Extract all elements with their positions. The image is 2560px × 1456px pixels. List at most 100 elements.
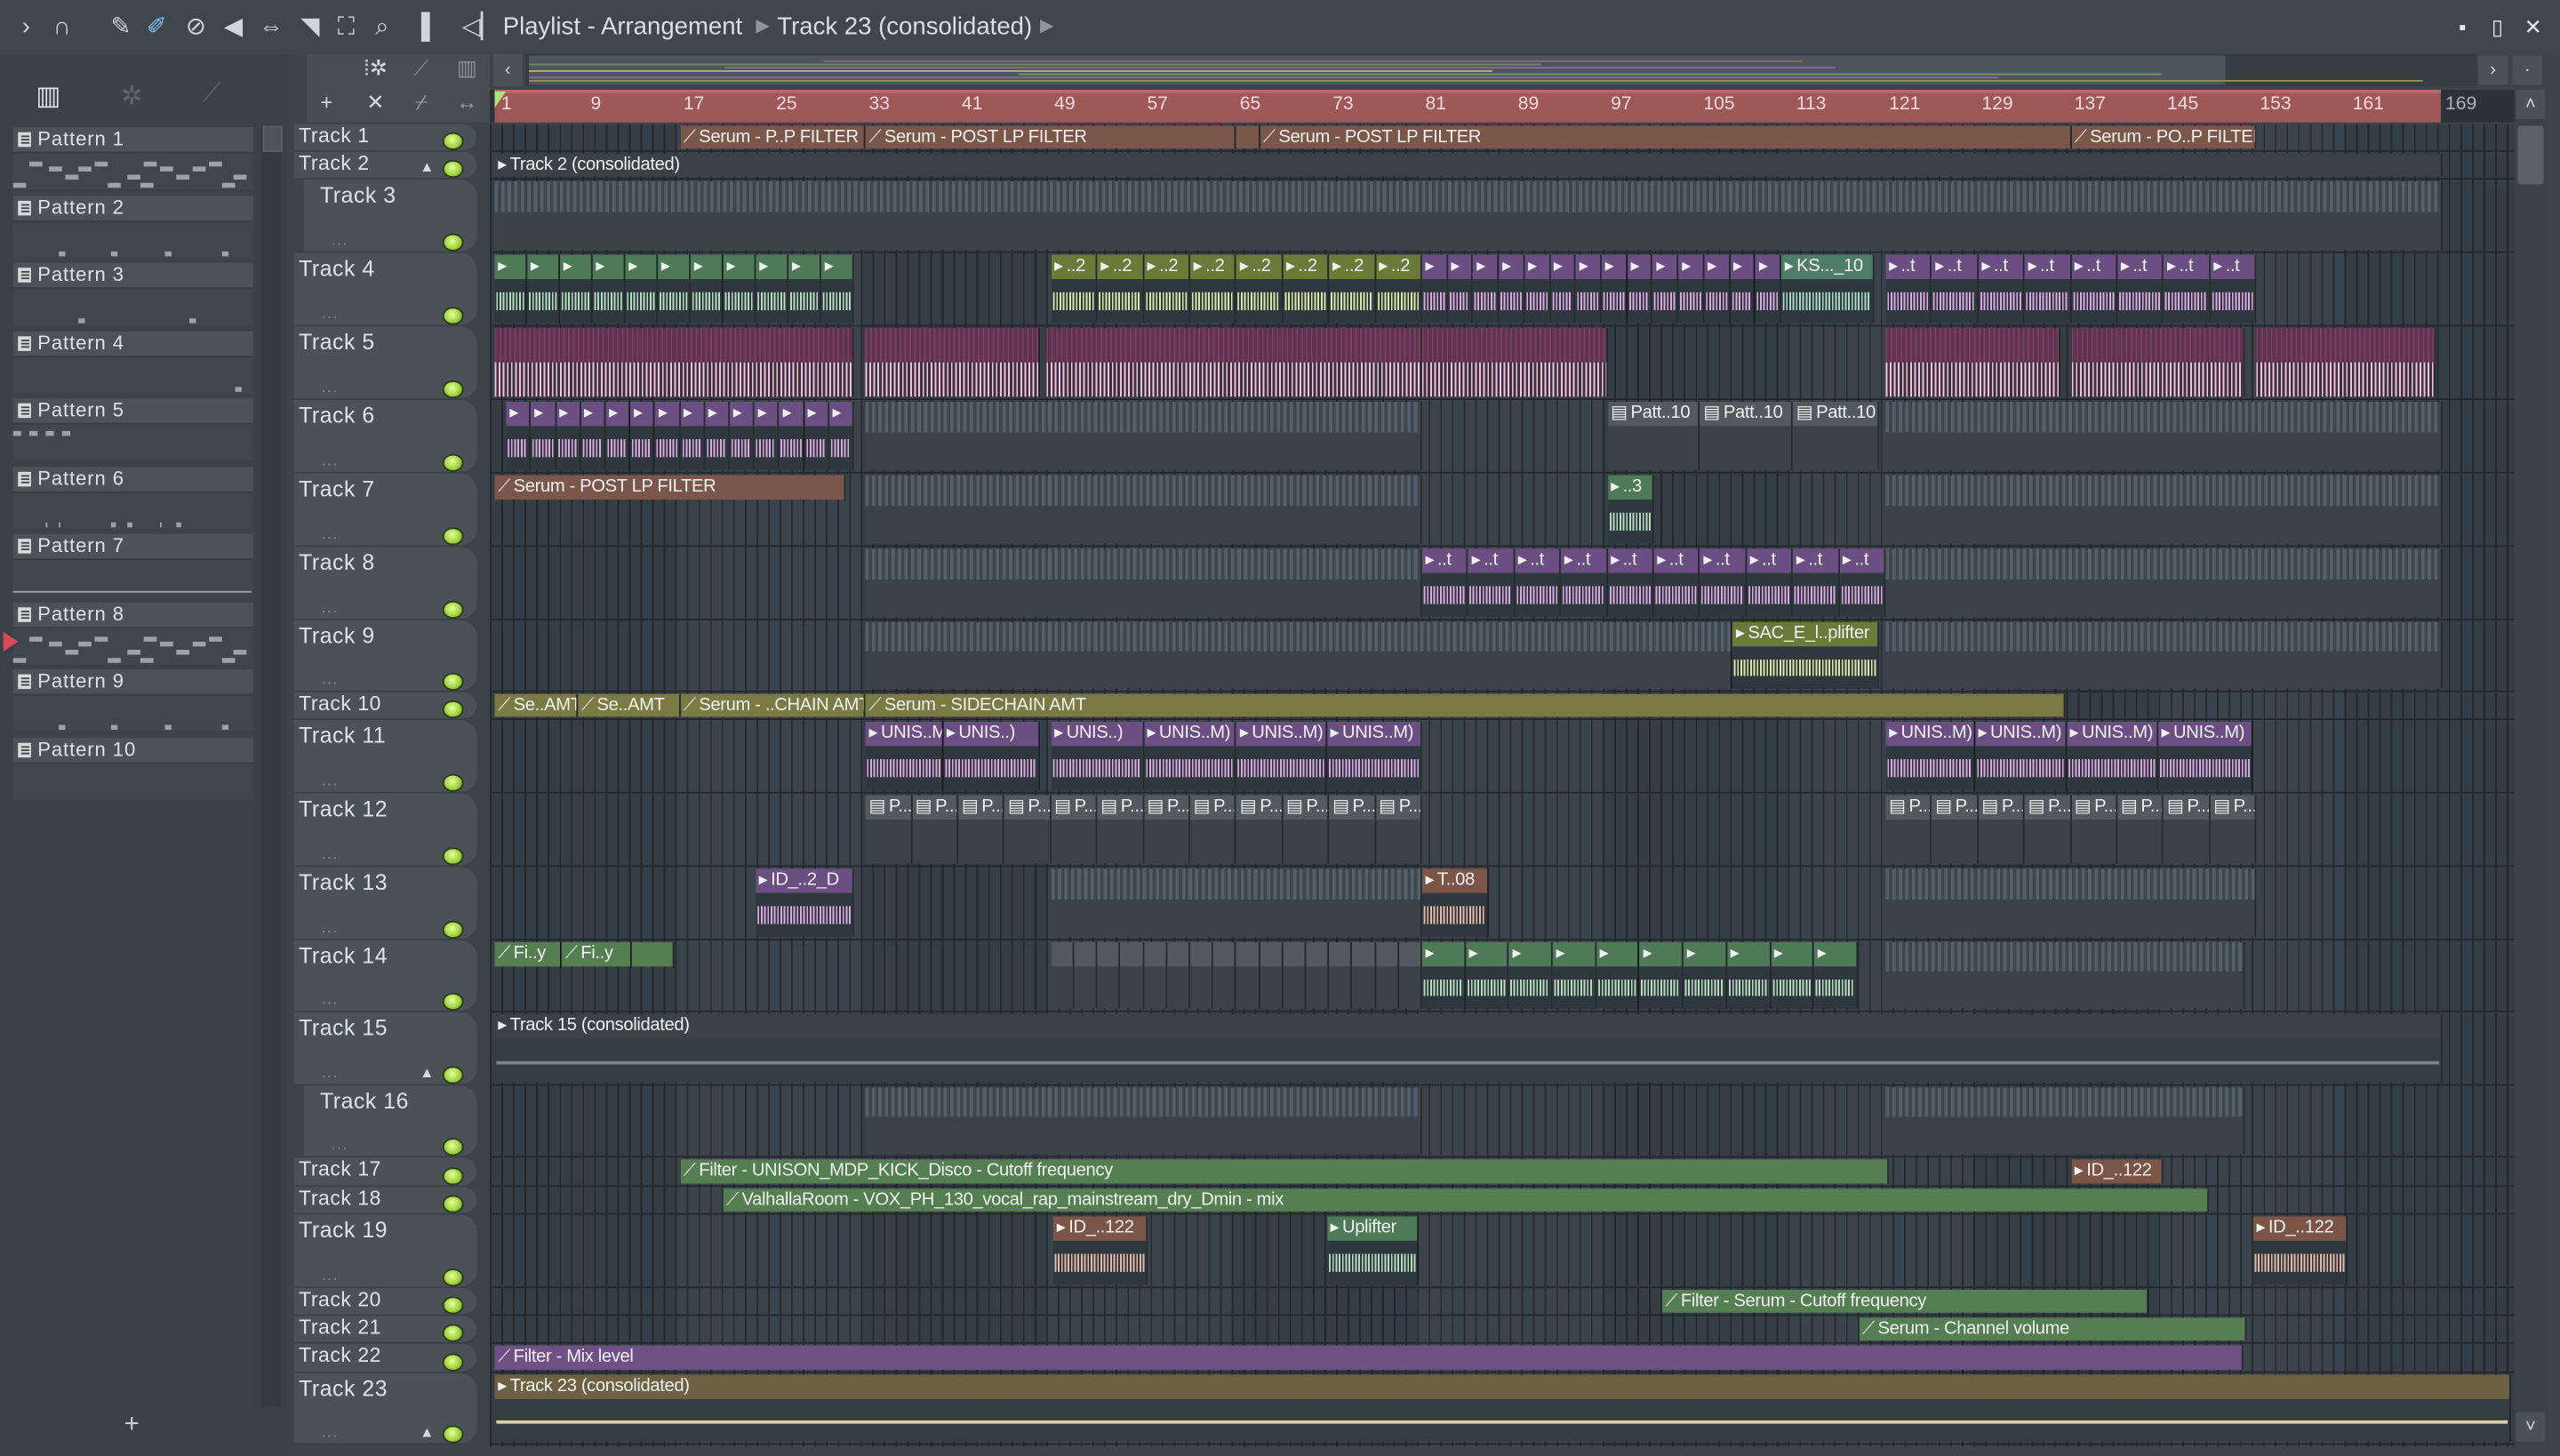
speaker-icon[interactable]: ◁▏ [462, 13, 500, 41]
consolidated-clip[interactable]: ▸ Track 2 (consolidated) [494, 153, 2443, 177]
pattern-header[interactable]: Pattern 10 [12, 737, 253, 764]
pattern-clip[interactable]: ▸ ..t [1421, 548, 1468, 618]
pattern-clip[interactable]: ▸ ..t [1746, 548, 1794, 618]
pattern-clip[interactable]: ▤ P... [958, 795, 1005, 864]
pattern-clip[interactable]: ▸ [1576, 254, 1602, 324]
pattern-clip[interactable]: ▸ [754, 401, 780, 470]
audio-clip-icon[interactable]: ✲ [121, 80, 143, 113]
pattern-clip[interactable]: ▸ ..2 [1329, 254, 1376, 324]
pattern-clip[interactable]: ▸ [1652, 254, 1679, 324]
automation-clip[interactable]: ⟋ Serum - Channel volume [1859, 1317, 2246, 1340]
pattern-clip[interactable]: ▸ [494, 254, 528, 324]
pattern-clip[interactable]: ▤ P... [2210, 795, 2257, 864]
pattern-clip[interactable] [1329, 941, 1353, 1010]
pattern-clip[interactable]: ▤ P... [1051, 795, 1098, 864]
pattern-clip[interactable] [865, 1087, 1422, 1155]
cut-icon[interactable]: ✕ [359, 90, 392, 116]
track-mute-led[interactable] [442, 1138, 464, 1156]
track-mute-led[interactable] [442, 527, 464, 546]
pattern-clip[interactable] [494, 328, 854, 397]
pattern-item[interactable]: Pattern 8 [3, 598, 255, 665]
pattern-clip[interactable]: ▤ P... [2117, 795, 2164, 864]
pattern-clip[interactable]: ▸ [828, 401, 854, 470]
pattern-list-scrollbar[interactable] [260, 124, 283, 1408]
pattern-clip[interactable]: ▸ [605, 401, 631, 470]
pattern-header[interactable]: Pattern 7 [12, 533, 253, 560]
pattern-item[interactable]: Pattern 4 [12, 327, 255, 394]
pattern-clip[interactable]: ▸ [1508, 941, 1553, 1010]
pattern-clip[interactable]: ▸ ..t [1700, 548, 1747, 618]
pattern-item[interactable]: Pattern 3 [12, 260, 255, 326]
automation-clip[interactable]: ⟋ Serum - P..P FILTER [680, 125, 866, 149]
pattern-clip[interactable]: ▸ ID_..122 [2252, 1216, 2348, 1285]
track-mute-led[interactable] [442, 1425, 464, 1444]
pattern-clip[interactable]: ▤ P... [1932, 795, 1979, 864]
scroll-up-button[interactable]: ˄ [2516, 90, 2546, 120]
pattern-clip[interactable]: ▸ ..t [1839, 548, 1886, 618]
automation-clip[interactable]: ⟋ Serum - POST LP FILTER [1260, 125, 2072, 149]
pattern-clip[interactable]: ▤ P... [2071, 795, 2118, 864]
pattern-clip[interactable] [1097, 941, 1121, 1010]
pattern-clip[interactable] [1260, 941, 1284, 1010]
pattern-clip[interactable]: ▸ ..t [2164, 254, 2211, 324]
track-mute-led[interactable] [442, 132, 464, 150]
pattern-clip[interactable]: ▤ P... [1097, 795, 1144, 864]
pattern-clip[interactable]: ▸ [1499, 254, 1525, 324]
collapse-arrow-icon[interactable]: ▲ [420, 1065, 434, 1081]
pattern-clip[interactable]: ▤ P... [1375, 795, 1422, 864]
pattern-clip[interactable]: ▸ ..2 [1051, 254, 1098, 324]
timeline-ruler[interactable]: 1 9 17 25 33 41 49 57 65 73 81 89 97 105 113 121 129 137 1… [490, 90, 2515, 123]
pattern-clip[interactable]: ▸ ..2 [1097, 254, 1144, 324]
pattern-clip[interactable]: ▤ P... [1189, 795, 1237, 864]
track-mute-led[interactable] [442, 1296, 464, 1315]
pattern-clip[interactable] [1885, 941, 2245, 1010]
pattern-clip[interactable]: ▸ [1639, 941, 1684, 1010]
pattern-clip[interactable] [1143, 941, 1167, 1010]
pattern-clip[interactable]: ▸ [1447, 254, 1474, 324]
pattern-clip[interactable]: ▸ ..t [1468, 548, 1516, 618]
pattern-clip[interactable]: ▸UNIS..M) [865, 721, 944, 790]
pattern-clip[interactable]: ▸ [592, 254, 626, 324]
breadcrumb-playlist[interactable]: Playlist - Arrangement [503, 13, 743, 41]
pattern-clip[interactable]: ▸ [1552, 941, 1596, 1010]
track-header[interactable]: Track 16... [303, 1085, 477, 1158]
pattern-clip[interactable] [1885, 868, 2257, 938]
automation-clip[interactable]: ⟋ Filter - Serum - Cutoff frequency [1661, 1290, 2149, 1313]
track-header[interactable]: Track 13... [293, 867, 477, 940]
pattern-clip[interactable] [1352, 941, 1376, 1010]
pattern-clip[interactable]: ▸ [1683, 941, 1728, 1010]
pattern-clip[interactable] [865, 621, 1733, 690]
pattern-header[interactable]: Pattern 5 [12, 398, 253, 425]
vertical-scrollbar[interactable]: ˄ ˅ [2514, 90, 2548, 1445]
consolidated-clip[interactable]: ▸ Track 23 (consolidated) [494, 1374, 2512, 1442]
slip-tool-icon[interactable]: ⇔ [258, 13, 284, 41]
track-header[interactable]: Track 5... [293, 326, 477, 400]
track-mute-led[interactable] [442, 992, 464, 1011]
track-options-icon[interactable]: ... [322, 305, 339, 321]
pattern-clip[interactable] [2256, 328, 2436, 397]
pattern-clip[interactable] [1885, 1087, 2245, 1155]
track-mute-led[interactable] [442, 233, 464, 252]
select-tool-icon[interactable]: ⛶ [333, 13, 359, 41]
pattern-clip[interactable] [1120, 941, 1144, 1010]
pattern-clip[interactable] [1283, 941, 1307, 1010]
pattern-clip[interactable] [865, 475, 1422, 544]
stretch-icon[interactable]: ↔ [451, 90, 484, 115]
track-options-icon[interactable]: ... [322, 525, 339, 541]
pattern-clip[interactable]: ▸ ..t [1932, 254, 1979, 324]
pattern-clip[interactable]: ▤ P... [1004, 795, 1052, 864]
pattern-clip[interactable]: ▸ [730, 401, 755, 470]
track-options-icon[interactable]: ... [322, 1424, 339, 1440]
track-header[interactable]: Track 3... [303, 180, 477, 253]
pattern-clip[interactable]: ▸ ..3 [1607, 475, 1654, 544]
pattern-clip[interactable] [1074, 941, 1098, 1010]
collapse-arrow-icon[interactable]: ▲ [420, 158, 434, 174]
pattern-clip[interactable] [1051, 941, 1075, 1010]
pattern-clip[interactable] [1213, 941, 1237, 1010]
track-options-icon[interactable]: ... [322, 671, 339, 687]
pattern-clip[interactable]: ▸ ..t [2024, 254, 2072, 324]
pattern-clip[interactable]: ▸ [527, 254, 560, 324]
play-arrow-icon[interactable]: › [13, 13, 39, 41]
slice-tool-icon[interactable]: ◥ [297, 13, 323, 41]
pattern-clip[interactable] [1236, 941, 1260, 1010]
